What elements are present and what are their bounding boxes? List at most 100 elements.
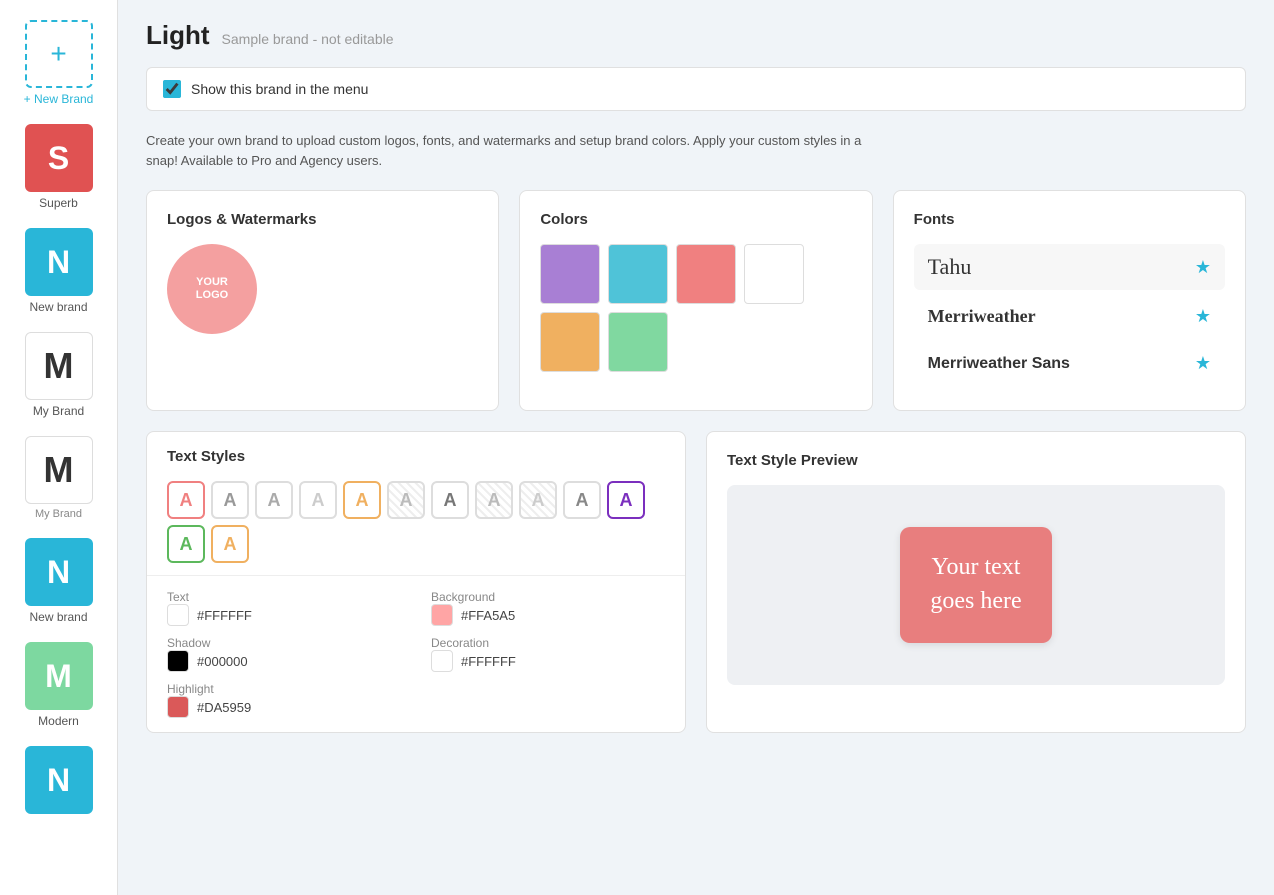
sidebar-avatar-mybrand2: M bbox=[25, 436, 93, 504]
show-brand-checkbox[interactable] bbox=[163, 80, 181, 98]
main-content: Light Sample brand - not editable Show t… bbox=[118, 0, 1274, 895]
colors-card: Colors bbox=[519, 190, 872, 411]
colors-grid bbox=[540, 244, 851, 372]
style-text-label: Text bbox=[167, 590, 401, 604]
text-style-preview-card: Text Style Preview Your textgoes here bbox=[706, 431, 1246, 733]
color-swatch-4[interactable] bbox=[540, 312, 600, 372]
page-header: Light Sample brand - not editable bbox=[146, 20, 1246, 51]
style-shadow-group: Shadow #000000 bbox=[167, 636, 401, 672]
style-bg-group: Background #FFA5A5 bbox=[431, 590, 665, 626]
sidebar-item-superb[interactable]: S Superb bbox=[0, 114, 117, 218]
text-style-badge-4[interactable]: A bbox=[343, 481, 381, 519]
sidebar: + + New Brand S Superb N New brand M My … bbox=[0, 0, 118, 895]
text-style-badge-2[interactable]: A bbox=[255, 481, 293, 519]
preview-title: Text Style Preview bbox=[727, 452, 1225, 469]
color-swatch-5[interactable] bbox=[608, 312, 668, 372]
style-highlight-group: Highlight #DA5959 bbox=[167, 682, 401, 718]
text-styles-card: Text Styles A A A A A A A A A A A A A bbox=[146, 431, 686, 733]
new-brand-button[interactable]: + + New Brand bbox=[0, 10, 117, 114]
font-name-tahu: Tahu bbox=[928, 254, 972, 280]
sidebar-label-mybrand2: My Brand bbox=[35, 508, 82, 520]
font-star-merriweather[interactable]: ★ bbox=[1195, 306, 1211, 327]
sidebar-avatar-newbrand2: N bbox=[25, 538, 93, 606]
sidebar-item-newbrand2[interactable]: N New brand bbox=[0, 528, 117, 632]
color-swatch-3[interactable] bbox=[744, 244, 804, 304]
sidebar-item-mybrand1[interactable]: M My Brand bbox=[0, 322, 117, 426]
text-styles-header: Text Styles A A A A A A A A A A A A A bbox=[147, 432, 685, 575]
sidebar-avatar-modern: M bbox=[25, 642, 93, 710]
sidebar-item-mybrand2[interactable]: M My Brand bbox=[0, 426, 117, 528]
color-swatch-2[interactable] bbox=[676, 244, 736, 304]
style-shadow-label: Shadow bbox=[167, 636, 401, 650]
style-decoration-label: Decoration bbox=[431, 636, 665, 650]
style-details-grid: Text #FFFFFF Background #FFA5A5 bbox=[167, 590, 665, 718]
sidebar-item-modern[interactable]: M Modern bbox=[0, 632, 117, 736]
text-style-badge-1[interactable]: A bbox=[211, 481, 249, 519]
sidebar-avatar-partial: N bbox=[25, 746, 93, 814]
text-styles-title: Text Styles bbox=[167, 448, 665, 465]
preview-area: Your textgoes here bbox=[727, 485, 1225, 685]
style-bg-value-row: #FFA5A5 bbox=[431, 604, 665, 626]
logos-watermarks-card: Logos & Watermarks YOURLOGO bbox=[146, 190, 499, 411]
text-style-badge-0[interactable]: A bbox=[167, 481, 205, 519]
style-shadow-hex: #000000 bbox=[197, 654, 248, 669]
sidebar-label-newbrand2: New brand bbox=[29, 610, 87, 624]
text-style-badge-9[interactable]: A bbox=[563, 481, 601, 519]
sidebar-label-superb: Superb bbox=[39, 196, 78, 210]
sidebar-avatar-mybrand1: M bbox=[25, 332, 93, 400]
preview-text: Your textgoes here bbox=[900, 527, 1051, 642]
style-text-hex: #FFFFFF bbox=[197, 608, 252, 623]
style-decoration-value-row: #FFFFFF bbox=[431, 650, 665, 672]
sidebar-label-newbrand1: New brand bbox=[29, 300, 87, 314]
font-item-merriweather-sans[interactable]: Merriweather Sans ★ bbox=[914, 343, 1225, 384]
style-highlight-hex: #DA5959 bbox=[197, 700, 251, 715]
style-text-color bbox=[167, 604, 189, 626]
description-text: Create your own brand to upload custom l… bbox=[146, 131, 886, 170]
fonts-title: Fonts bbox=[914, 211, 1225, 228]
style-highlight-value-row: #DA5959 bbox=[167, 696, 401, 718]
color-swatch-1[interactable] bbox=[608, 244, 668, 304]
new-brand-label: + New Brand bbox=[24, 92, 94, 106]
bottom-sections: Text Styles A A A A A A A A A A A A A bbox=[146, 431, 1246, 733]
sidebar-label-mybrand1: My Brand bbox=[33, 404, 84, 418]
top-sections: Logos & Watermarks YOURLOGO Colors Fonts… bbox=[146, 190, 1246, 411]
sidebar-label-modern: Modern bbox=[38, 714, 79, 728]
font-item-tahu[interactable]: Tahu ★ bbox=[914, 244, 1225, 290]
style-bg-hex: #FFA5A5 bbox=[461, 608, 515, 623]
font-name-merriweather-sans: Merriweather Sans bbox=[928, 355, 1070, 373]
page-subtitle: Sample brand - not editable bbox=[222, 31, 394, 47]
logo-placeholder: YOURLOGO bbox=[167, 244, 257, 334]
text-style-badge-7[interactable]: A bbox=[475, 481, 513, 519]
font-item-merriweather[interactable]: Merriweather ★ bbox=[914, 296, 1225, 337]
text-style-badge-8[interactable]: A bbox=[519, 481, 557, 519]
text-style-badge-5[interactable]: A bbox=[387, 481, 425, 519]
style-decoration-hex: #FFFFFF bbox=[461, 654, 516, 669]
sidebar-item-partial[interactable]: N bbox=[0, 736, 117, 826]
colors-title: Colors bbox=[540, 211, 851, 228]
fonts-card: Fonts Tahu ★ Merriweather ★ Merriweather… bbox=[893, 190, 1246, 411]
sidebar-avatar-superb: S bbox=[25, 124, 93, 192]
text-style-badge-12[interactable]: A bbox=[211, 525, 249, 563]
text-style-badge-6[interactable]: A bbox=[431, 481, 469, 519]
style-bg-label: Background bbox=[431, 590, 665, 604]
style-details: Text #FFFFFF Background #FFA5A5 bbox=[147, 575, 685, 732]
color-swatch-0[interactable] bbox=[540, 244, 600, 304]
text-styles-grid: A A A A A A A A A A A A A bbox=[167, 481, 665, 563]
page-title: Light bbox=[146, 20, 210, 51]
style-text-group: Text #FFFFFF bbox=[167, 590, 401, 626]
text-style-badge-10[interactable]: A bbox=[607, 481, 645, 519]
sidebar-avatar-newbrand1: N bbox=[25, 228, 93, 296]
text-style-badge-11[interactable]: A bbox=[167, 525, 205, 563]
show-brand-label: Show this brand in the menu bbox=[191, 81, 368, 97]
new-brand-icon: + bbox=[25, 20, 93, 88]
font-star-merriweather-sans[interactable]: ★ bbox=[1195, 353, 1211, 374]
sidebar-item-newbrand1[interactable]: N New brand bbox=[0, 218, 117, 322]
style-bg-color bbox=[431, 604, 453, 626]
style-highlight-label: Highlight bbox=[167, 682, 401, 696]
text-style-badge-3[interactable]: A bbox=[299, 481, 337, 519]
style-decoration-group: Decoration #FFFFFF bbox=[431, 636, 665, 672]
style-decoration-color bbox=[431, 650, 453, 672]
font-star-tahu[interactable]: ★ bbox=[1195, 257, 1211, 278]
show-brand-bar: Show this brand in the menu bbox=[146, 67, 1246, 111]
style-shadow-value-row: #000000 bbox=[167, 650, 401, 672]
